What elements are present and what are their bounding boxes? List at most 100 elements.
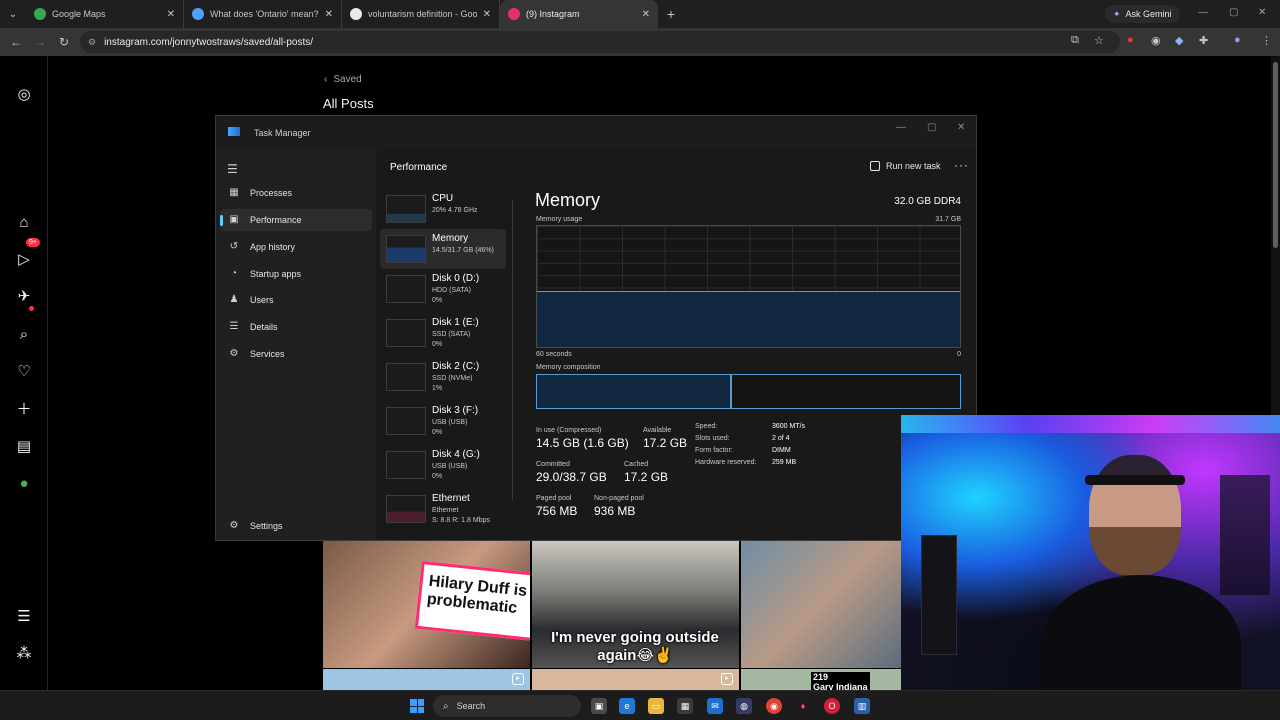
saved-back-link[interactable]: ‹ Saved [324, 74, 362, 85]
spec-key: Speed: [695, 423, 718, 430]
perf-item[interactable]: Disk 3 (F:) USB (USB) 0% [380, 401, 506, 441]
perf-item[interactable]: Disk 4 (G:) USB (USB) 0% [380, 445, 506, 485]
close-icon[interactable]: ✕ [957, 122, 965, 133]
reel-icon: ▸ [721, 673, 733, 685]
close-window-icon[interactable]: ✕ [1258, 7, 1266, 18]
perf-item-detail: SSD (SATA) [432, 331, 471, 338]
nav-performance[interactable]: ▣ Performance [220, 209, 372, 231]
extension-blue-icon[interactable]: ◆ [1175, 34, 1183, 47]
perf-thumbnail-graph [386, 363, 426, 391]
taskbar-search[interactable]: ⌕ Search [433, 695, 581, 717]
tab-ontario[interactable]: What does 'Ontario' mean? Sea ✕ [184, 0, 342, 28]
file-explorer-icon[interactable]: ▭ [648, 698, 664, 714]
url-input[interactable]: ⚙ instagram.com/jonnytwostraws/saved/all… [80, 31, 1120, 53]
tab-voluntarism[interactable]: voluntarism definition - Google ✕ [342, 0, 500, 28]
extension-red-icon[interactable]: ● [1127, 34, 1134, 46]
perf-item[interactable]: Ethernet Ethernet S: 8.8 R: 1.8 Mbps [380, 489, 506, 529]
perf-item-name: Memory [432, 233, 469, 244]
more-options-icon[interactable]: ··· [954, 158, 969, 172]
saved-post[interactable]: 219 Gary Indiana [741, 669, 901, 692]
close-icon[interactable]: ✕ [167, 9, 175, 20]
opera-icon[interactable]: O [824, 698, 840, 714]
maximize-icon[interactable]: ▢ [927, 122, 936, 133]
maps-pin-icon[interactable]: ♦ [795, 698, 811, 714]
close-icon[interactable]: ✕ [325, 9, 333, 20]
perf-item[interactable]: Disk 1 (E:) SSD (SATA) 0% [380, 313, 506, 353]
nav-app-history[interactable]: ↺ App history [220, 236, 372, 258]
task-manager-taskbar-icon[interactable]: ▥ [854, 698, 870, 714]
edge-browser-icon[interactable]: e [619, 698, 635, 714]
extensions-puzzle-icon[interactable]: ✚ [1199, 34, 1208, 47]
bookmark-star-icon[interactable]: ☆ [1094, 34, 1104, 47]
saved-post[interactable]: Hilary Duff is problematic [323, 541, 530, 668]
spec-value: 259 MB [772, 459, 797, 466]
windows-start-icon[interactable] [410, 699, 424, 713]
nav-users[interactable]: ♟ Users [220, 289, 372, 311]
nav-services[interactable]: ⚙ Services [220, 343, 372, 365]
more-menu-icon[interactable]: ☰ [14, 606, 34, 626]
saved-post[interactable]: I'm never going outside again😂✌️ [532, 541, 739, 668]
reels-icon[interactable]: ▷ [14, 249, 34, 269]
nav-processes[interactable]: ▦ Processes [220, 182, 372, 204]
perf-item-usage: 1% [432, 385, 443, 392]
perf-item[interactable]: Disk 2 (C:) SSD (NVMe) 1% [380, 357, 506, 397]
home-icon[interactable]: ⌂ [14, 212, 34, 232]
saved-post[interactable]: ▸ [532, 669, 739, 690]
instagram-logo-icon[interactable]: ◎ [14, 84, 34, 104]
nav-settings[interactable]: ⚙ Settings [220, 515, 372, 537]
hamburger-menu-icon[interactable]: ☰ [227, 162, 238, 176]
run-new-task-button[interactable]: Run new task [870, 161, 941, 171]
minimize-icon[interactable]: — [896, 122, 906, 133]
mail-icon[interactable]: ✉ [707, 698, 723, 714]
panel-header: Performance Run new task ··· [376, 150, 976, 184]
memory-usage-fill [537, 291, 960, 347]
browser-menu-icon[interactable]: ⋮ [1261, 34, 1272, 47]
saved-post[interactable]: ▸ [323, 669, 530, 690]
also-from-meta-icon[interactable]: ⁂ [14, 643, 34, 663]
perf-item-name: Disk 2 (C:) [432, 361, 480, 372]
notifications-heart-icon[interactable]: ♡ [14, 361, 34, 381]
profile-avatar[interactable]: ● [14, 473, 34, 493]
task-view-icon[interactable]: ▣ [591, 698, 607, 714]
reload-icon[interactable]: ↻ [52, 35, 76, 49]
site-info-icon[interactable]: ⚙ [88, 37, 96, 48]
extension-gray-icon[interactable]: ◉ [1151, 34, 1161, 47]
search-icon: ⌕ [443, 700, 449, 712]
chrome-icon[interactable]: ◉ [766, 698, 782, 714]
stat-label: Paged pool [536, 495, 572, 502]
notification-dot [29, 306, 34, 311]
profile-avatar[interactable]: ● [1234, 34, 1241, 46]
close-icon[interactable]: ✕ [483, 9, 491, 20]
forward-arrow-icon[interactable]: → [28, 35, 52, 49]
scrollbar-thumb[interactable] [1273, 62, 1278, 248]
tab-google-maps[interactable]: Google Maps ✕ [26, 0, 184, 28]
close-icon[interactable]: ✕ [642, 9, 650, 20]
task-manager-titlebar[interactable]: Task Manager — ▢ ✕ [216, 116, 976, 150]
back-arrow-icon[interactable]: ← [4, 35, 28, 49]
perf-item-usage: 0% [432, 297, 443, 304]
tab-instagram[interactable]: (9) Instagram ✕ [500, 0, 658, 28]
install-app-icon[interactable]: ⧉ [1071, 34, 1079, 47]
perf-item[interactable]: Memory 14.5/31.7 GB (46%) [380, 229, 506, 269]
run-task-icon [870, 161, 880, 171]
app-icon[interactable]: ◍ [736, 698, 752, 714]
nav-label: Users [250, 295, 274, 305]
resource-spec: 32.0 GB DDR4 [894, 196, 961, 207]
nav-startup-apps[interactable]: ◔ Startup apps [220, 263, 372, 285]
tab-title: What does 'Ontario' mean? Sea [210, 9, 319, 19]
messages-icon[interactable]: ✈ [14, 286, 34, 306]
dashboard-icon[interactable]: ▤ [14, 436, 34, 456]
perf-thumbnail-graph [386, 495, 426, 523]
perf-item[interactable]: Disk 0 (D:) HDD (SATA) 0% [380, 269, 506, 309]
minimize-icon[interactable]: — [1198, 7, 1208, 18]
nav-details[interactable]: ☰ Details [220, 316, 372, 338]
ask-gemini-button[interactable]: ✦ Ask Gemini [1105, 5, 1180, 23]
store-icon[interactable]: ▦ [677, 698, 693, 714]
search-icon[interactable]: ⌕ [14, 324, 34, 344]
perf-item[interactable]: CPU 20% 4.78 GHz [380, 189, 506, 229]
create-icon[interactable]: ＋ [14, 398, 34, 418]
new-tab-button[interactable]: + [658, 6, 684, 22]
saved-post[interactable] [741, 541, 901, 668]
maximize-icon[interactable]: ▢ [1229, 7, 1238, 18]
tab-search-icon[interactable]: ⌄ [0, 0, 26, 28]
